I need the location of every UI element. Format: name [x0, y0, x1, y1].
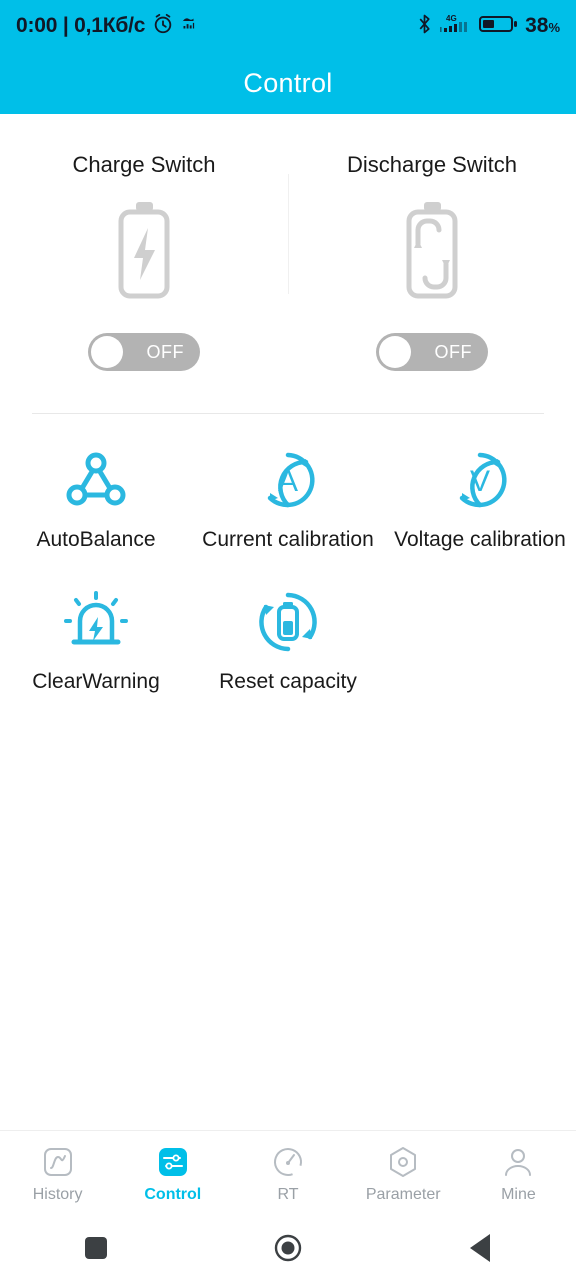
discharge-toggle-knob[interactable] [379, 336, 411, 368]
gauge-icon [270, 1143, 306, 1181]
action-clear-warning[interactable]: ClearWarning [0, 590, 192, 694]
app-title-bar: Control [0, 52, 576, 114]
square-recents-icon[interactable] [36, 1237, 156, 1259]
page-title: Control [243, 67, 333, 98]
action-reset-capacity[interactable]: Reset capacity [192, 590, 384, 694]
system-navigation-bar [0, 1216, 576, 1280]
signal-bars-icon: 4G [439, 12, 473, 41]
hexagon-gear-icon [385, 1143, 421, 1181]
discharge-switch-label: Discharge Switch [347, 152, 517, 177]
svg-text:4G: 4G [446, 14, 457, 23]
status-bar-left: 0:00 | 0,1Кб/c [16, 13, 196, 40]
discharge-switch-group: Discharge Switch OFF [288, 152, 576, 371]
alarm-clock-icon [152, 13, 174, 40]
action-label: AutoBalance [36, 528, 156, 551]
current-calibration-icon: A [257, 448, 319, 512]
app-notification-icon [181, 16, 196, 36]
action-current-calibration[interactable]: A Current calibration [192, 448, 384, 552]
status-bar: 0:00 | 0,1Кб/c 4G 38% [0, 0, 576, 52]
svg-text:V: V [470, 465, 490, 498]
battery-discharge-icon [400, 200, 464, 305]
charge-switch-label: Charge Switch [72, 152, 216, 177]
charge-toggle-knob[interactable] [91, 336, 123, 368]
bottom-navigation: History Control RT Parameter Mine [0, 1130, 576, 1216]
nav-item-parameter[interactable]: Parameter [346, 1143, 461, 1204]
action-label: Reset capacity [219, 670, 357, 693]
auto-balance-icon [64, 448, 128, 512]
bluetooth-icon [416, 13, 433, 40]
triangle-back-icon[interactable] [420, 1234, 540, 1262]
charge-toggle-state: OFF [146, 341, 184, 362]
charge-switch-group: Charge Switch OFF [0, 152, 288, 371]
nav-label: Parameter [365, 1186, 441, 1203]
action-label: ClearWarning [32, 670, 160, 693]
nav-label: RT [277, 1186, 299, 1203]
battery-percent: 38% [525, 14, 560, 37]
nav-item-history[interactable]: History [0, 1143, 115, 1204]
switch-section: Charge Switch OFF Discharge Switch OFF [0, 114, 576, 401]
app-screen: 0:00 | 0,1Кб/c 4G 38% Control Charge Swi… [0, 0, 576, 1280]
nav-item-mine[interactable]: Mine [461, 1143, 576, 1204]
action-label: Voltage calibration [394, 528, 566, 551]
action-grid: AutoBalance A Current calibration V Volt… [0, 414, 576, 732]
charge-switch-toggle[interactable]: OFF [88, 333, 200, 371]
discharge-switch-toggle[interactable]: OFF [376, 333, 488, 371]
action-label: Current calibration [202, 528, 374, 551]
battery-charge-icon [112, 200, 176, 305]
action-voltage-calibration[interactable]: V Voltage calibration [384, 448, 576, 552]
vertical-divider [288, 174, 289, 294]
battery-icon [479, 13, 519, 40]
nav-label: Mine [501, 1186, 536, 1203]
status-bar-right: 4G 38% [416, 12, 560, 41]
voltage-calibration-icon: V [449, 448, 511, 512]
nav-item-control[interactable]: Control [115, 1143, 230, 1204]
reset-capacity-icon [257, 590, 319, 654]
discharge-toggle-state: OFF [434, 341, 472, 362]
person-icon [500, 1143, 536, 1181]
status-time-and-speed: 0:00 | 0,1Кб/c [16, 14, 146, 37]
action-auto-balance[interactable]: AutoBalance [0, 448, 192, 552]
sliders-icon [155, 1143, 191, 1181]
circle-home-icon[interactable] [228, 1233, 348, 1263]
history-chart-icon [40, 1143, 76, 1181]
clear-warning-icon [63, 590, 128, 654]
nav-label: Control [144, 1186, 202, 1203]
svg-text:A: A [278, 465, 298, 498]
nav-label: History [32, 1186, 83, 1203]
nav-item-rt[interactable]: RT [230, 1143, 345, 1204]
